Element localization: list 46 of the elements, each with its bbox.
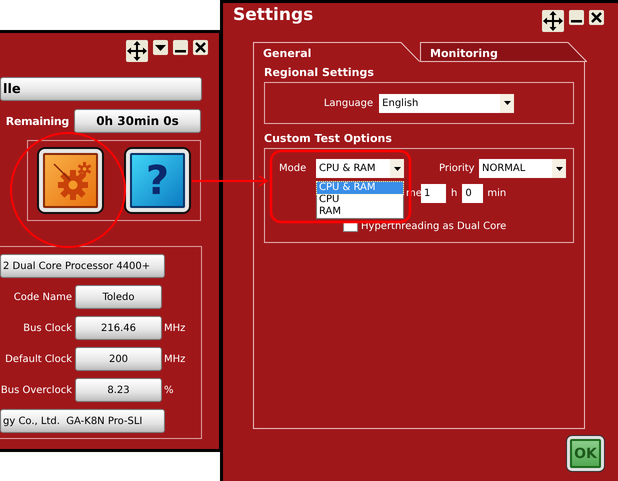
unit-label: MHz	[164, 322, 186, 334]
caret-icon	[556, 166, 562, 170]
detail-field: 8.23	[75, 378, 162, 402]
checkbox-label: Hyperthreading as Dual Core	[361, 221, 506, 232]
motherboard-field: gy Co., Ltd. GA-K8N Pro-SLI	[0, 409, 165, 433]
detail-field: 200	[75, 347, 162, 371]
dropdown-option[interactable]: RAM	[317, 206, 403, 218]
settings-button[interactable]	[39, 149, 102, 212]
minutes-field[interactable]: 0	[462, 184, 484, 203]
collapse-icon[interactable]	[153, 40, 168, 55]
hours-unit: h	[451, 188, 458, 199]
mode-label: Mode	[279, 163, 308, 174]
move-icon[interactable]	[126, 40, 148, 62]
tab[interactable]: General	[253, 42, 420, 62]
section-heading: Custom Test Options	[264, 132, 392, 145]
unit-label: %	[164, 384, 174, 396]
unit-label: MHz	[164, 354, 186, 364]
help-button[interactable]: ?	[126, 149, 189, 212]
name-field: lle	[0, 77, 202, 101]
remaining-field: 0h 30min 0s	[74, 109, 201, 133]
close-icon[interactable]	[193, 40, 208, 55]
caret-icon	[504, 101, 511, 105]
language-dropdown[interactable]: English	[379, 94, 514, 112]
priority-dropdown[interactable]: NORMAL	[479, 159, 566, 178]
detail-label: Code Name	[12, 292, 73, 302]
close-icon[interactable]	[589, 10, 604, 25]
move-icon[interactable]	[542, 10, 564, 32]
detail-label: Bus Clock	[22, 322, 73, 334]
remaining-label: Remaining	[6, 114, 69, 128]
minutes-unit: min	[487, 188, 506, 199]
detail-field: Toledo	[75, 285, 162, 309]
language-label: Language	[324, 98, 374, 108]
priority-label: Priority	[439, 163, 476, 174]
detail-label: Bus Overclock	[0, 384, 73, 396]
detail-label: Default Clock	[4, 354, 73, 364]
detail-field: 216.46	[75, 316, 162, 340]
section-heading: Regional Settings	[264, 66, 374, 79]
window-title: Settings	[233, 5, 314, 25]
dropdown-option[interactable]: CPU	[317, 194, 403, 206]
minimize-icon[interactable]	[173, 40, 188, 55]
tab[interactable]: Monitoring	[420, 42, 587, 62]
ok-button[interactable]: OK	[567, 436, 604, 471]
minimize-icon[interactable]	[569, 10, 584, 25]
hours-field[interactable]: 1	[421, 184, 446, 203]
processor-field: 2 Dual Core Processor 4400+	[0, 254, 165, 278]
caret-icon	[394, 166, 400, 170]
